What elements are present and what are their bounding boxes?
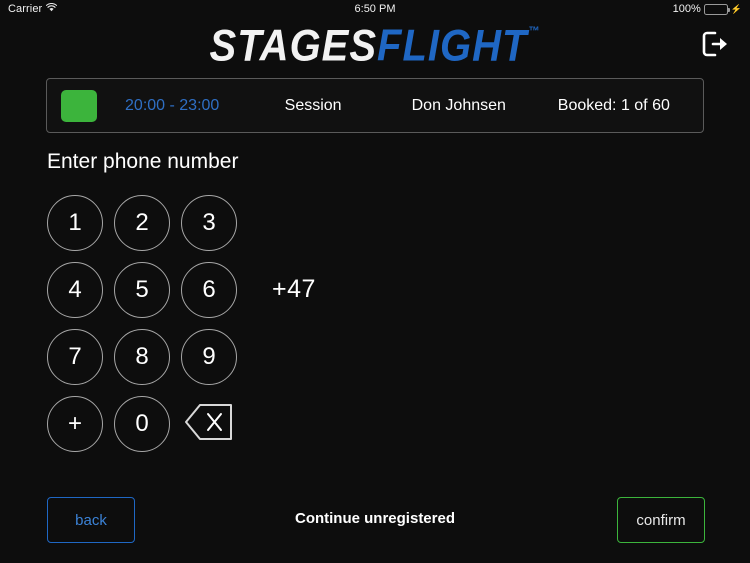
key-4[interactable]: 4 — [47, 262, 103, 318]
footer-actions: back Continue unregistered confirm — [0, 497, 750, 543]
logo-flight-text: FLIGHT — [377, 21, 528, 71]
app-header: STAGES FLIGHT ™ — [0, 18, 750, 74]
backspace-icon — [184, 403, 234, 446]
key-8[interactable]: 8 — [114, 329, 170, 385]
key-1[interactable]: 1 — [47, 195, 103, 251]
session-booked-count: Booked: 1 of 60 — [557, 96, 670, 114]
phone-keypad: 1 2 3 4 5 6 7 8 9 + 0 — [47, 195, 248, 463]
logout-button[interactable] — [692, 24, 738, 68]
session-summary-bar[interactable]: 20:00 - 23:00 Session Don Johnsen Booked… — [46, 78, 704, 133]
battery-icon — [703, 3, 730, 15]
key-plus[interactable]: + — [47, 396, 103, 452]
key-9[interactable]: 9 — [181, 329, 237, 385]
status-bar: Carrier 6:50 PM 100% ⚡ — [0, 0, 750, 18]
status-bar-clock: 6:50 PM — [354, 3, 396, 15]
session-color-swatch — [61, 89, 97, 122]
key-backspace[interactable] — [181, 396, 237, 452]
logout-icon — [700, 29, 730, 64]
key-5[interactable]: 5 — [114, 262, 170, 318]
key-6[interactable]: 6 — [181, 262, 237, 318]
page-title: Enter phone number — [47, 150, 239, 173]
key-0[interactable]: 0 — [114, 396, 170, 452]
key-3[interactable]: 3 — [181, 195, 237, 251]
logo-trademark: ™ — [528, 24, 541, 39]
key-7[interactable]: 7 — [47, 329, 103, 385]
key-2[interactable]: 2 — [114, 195, 170, 251]
app-logo: STAGES FLIGHT ™ — [210, 24, 541, 69]
session-type-label: Session — [284, 96, 342, 114]
logo-stages-text: STAGES — [209, 21, 378, 71]
country-code-display: +47 — [272, 275, 316, 303]
session-time-range: 20:00 - 23:00 — [125, 96, 220, 114]
session-host-name: Don Johnsen — [411, 96, 506, 114]
confirm-button[interactable]: confirm — [617, 497, 705, 543]
